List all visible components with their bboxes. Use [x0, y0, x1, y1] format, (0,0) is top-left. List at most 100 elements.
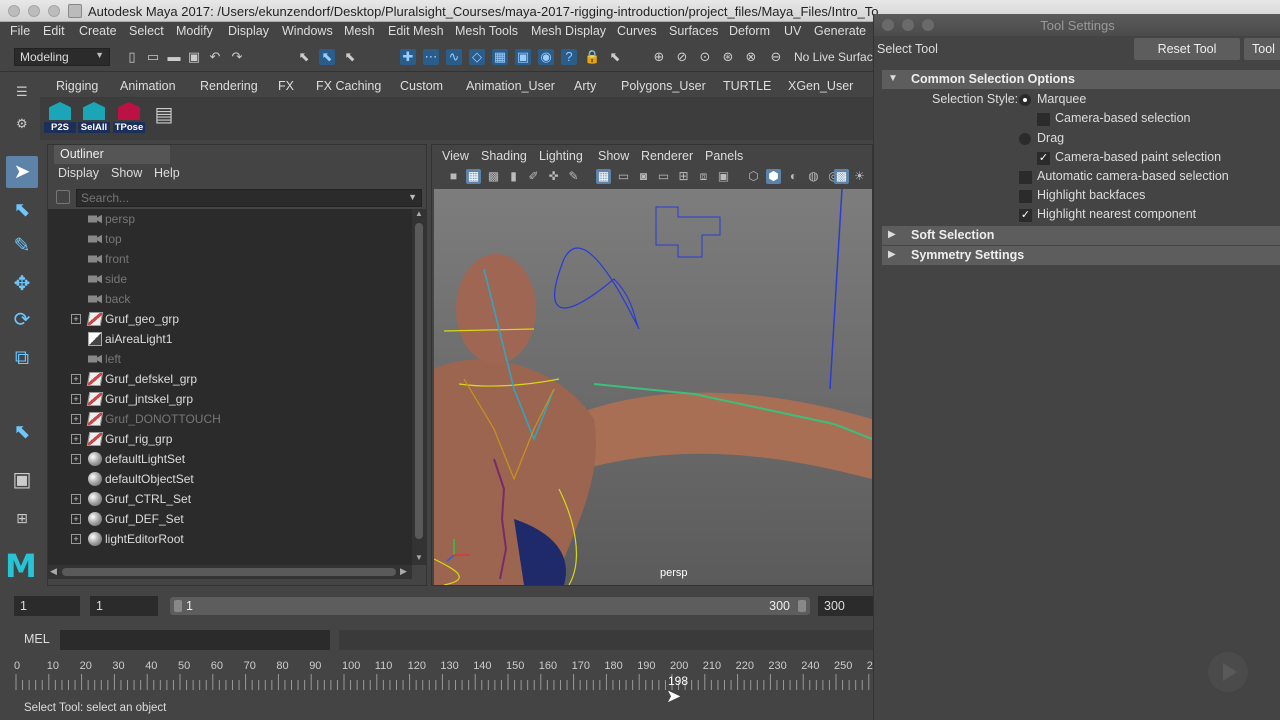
scale-tool-icon[interactable]: ⧉ [6, 342, 38, 374]
outliner-horizontal-scrollbar[interactable]: ◀ ▶ [48, 565, 412, 579]
menu-curves[interactable]: Curves [617, 24, 657, 38]
expand-icon[interactable]: + [71, 514, 81, 524]
shelf-tab-custom[interactable]: Custom [400, 79, 443, 93]
auto-camera-selection-checkbox[interactable] [1019, 171, 1032, 184]
menu-modify[interactable]: Modify [176, 24, 213, 38]
select-rendering-icon[interactable]: ◉ [538, 49, 554, 65]
close-window-button[interactable] [8, 5, 20, 17]
soft-selection-header[interactable]: ▶ Soft Selection [882, 226, 1280, 245]
outliner-search-box[interactable]: ▼ [76, 189, 422, 207]
range-start-handle[interactable] [174, 600, 182, 612]
save-scene-icon[interactable]: ▣ [186, 49, 202, 65]
outliner-row[interactable]: + Gruf_jntskel_grp [48, 389, 412, 409]
sun-icon[interactable]: ☀ [852, 169, 867, 184]
undo-icon[interactable]: ↶ [207, 49, 223, 65]
outliner-row[interactable]: + Gruf_CTRL_Set [48, 489, 412, 509]
zoom-window-button[interactable] [48, 5, 60, 17]
select-joints-icon[interactable]: ⋯ [423, 49, 439, 65]
viewport-menu-renderer[interactable]: Renderer [641, 149, 693, 163]
menu-surfaces[interactable]: Surfaces [669, 24, 718, 38]
make-live-icon[interactable]: ⊖ [768, 49, 784, 65]
outliner-row[interactable]: left [48, 349, 412, 369]
menu-mesh[interactable]: Mesh [344, 24, 375, 38]
menu-uv[interactable]: UV [784, 24, 801, 38]
shelf-script-editor-icon[interactable]: ▤ [148, 102, 180, 134]
viewport-menu-shading[interactable]: Shading [481, 149, 527, 163]
expand-icon[interactable]: + [71, 394, 81, 404]
shelf-button-p2s[interactable]: P2S [44, 102, 76, 134]
scroll-down-icon[interactable]: ▼ [415, 553, 423, 562]
open-scene-icon[interactable]: ▭ [145, 49, 161, 65]
shelf-tab-turtle[interactable]: TURTLE [723, 79, 771, 93]
gear-icon[interactable]: ⚙ [16, 116, 28, 132]
folder-icon[interactable]: ▬ [166, 49, 182, 65]
scrollbar-thumb[interactable] [62, 568, 396, 576]
shelf-tab-rigging[interactable]: Rigging [56, 79, 98, 93]
menu-edit[interactable]: Edit [43, 24, 65, 38]
expand-icon[interactable]: + [71, 434, 81, 444]
menu-edit-mesh[interactable]: Edit Mesh [388, 24, 444, 38]
scroll-up-icon[interactable]: ▲ [415, 209, 423, 218]
common-selection-options-header[interactable]: ▼ Common Selection Options [882, 70, 1280, 89]
shelf-tab-fx[interactable]: FX [278, 79, 294, 93]
select-misc-icon[interactable]: ? [561, 49, 577, 65]
select-component-mode-icon[interactable]: ⬉ [342, 49, 358, 65]
select-curves-icon[interactable]: ∿ [446, 49, 462, 65]
camera-attributes-icon[interactable]: ▦ [466, 169, 481, 184]
camera-icon[interactable]: ■ [446, 169, 461, 184]
select-object-mode-icon[interactable]: ⬉ [319, 49, 335, 65]
menu-display[interactable]: Display [228, 24, 269, 38]
shelf-menu-icon[interactable]: ☰ [16, 84, 28, 100]
redo-icon[interactable]: ↷ [229, 49, 245, 65]
camera-based-selection-checkbox[interactable] [1037, 113, 1050, 126]
four-view-layout-icon[interactable]: ⊞ [6, 502, 38, 534]
shelf-tab-arty[interactable]: Arty [574, 79, 596, 93]
command-input[interactable] [60, 630, 330, 650]
viewport-canvas[interactable]: persp [434, 189, 872, 585]
outliner-row[interactable]: top [48, 229, 412, 249]
reset-tool-button[interactable]: Reset Tool [1134, 38, 1240, 60]
outliner-row[interactable]: + Gruf_rig_grp [48, 429, 412, 449]
highlight-selection-icon[interactable]: ⬉ [607, 49, 623, 65]
select-surfaces-icon[interactable]: ◇ [469, 49, 485, 65]
animation-end-field[interactable]: 300 [818, 596, 873, 616]
chevron-down-icon[interactable]: ▼ [408, 192, 417, 202]
field-chart-icon[interactable]: ⊞ [676, 169, 691, 184]
outliner-row[interactable]: + Gruf_DONOTTOUCH [48, 409, 412, 429]
outliner-menu-display[interactable]: Display [58, 166, 99, 180]
textured-icon[interactable]: ◍ [806, 169, 821, 184]
expand-icon[interactable]: + [71, 374, 81, 384]
range-end-handle[interactable] [798, 600, 806, 612]
lock-selection-icon[interactable]: 🔒 [584, 49, 600, 65]
shelf-button-tpose[interactable]: TPose [113, 102, 145, 134]
filter-icon[interactable] [56, 190, 70, 204]
pencil-icon[interactable]: ✎ [566, 169, 581, 184]
marquee-radio[interactable] [1019, 94, 1031, 106]
shelf-tab-rendering[interactable]: Rendering [200, 79, 258, 93]
2d-pan-zoom-icon[interactable]: ✐ [526, 169, 541, 184]
lasso-tool-icon[interactable]: ⬉ [6, 194, 38, 226]
outliner-row[interactable]: + defaultLightSet [48, 449, 412, 469]
bookmark-icon[interactable]: ▩ [486, 169, 501, 184]
select-tool-icon[interactable]: ➤ [6, 156, 38, 188]
outliner-row[interactable]: + Gruf_geo_grp [48, 309, 412, 329]
range-slider[interactable]: 1 300 [170, 597, 810, 615]
select-deformations-icon[interactable]: ▦ [492, 49, 508, 65]
safe-title-icon[interactable]: ▣ [716, 169, 731, 184]
select-dynamics-icon[interactable]: ▣ [515, 49, 531, 65]
shelf-tab-animation-user[interactable]: Animation_User [466, 79, 555, 93]
tool-help-button[interactable]: Tool Help [1244, 38, 1280, 60]
outliner-tab[interactable]: Outliner [54, 145, 170, 164]
expand-icon[interactable]: + [71, 454, 81, 464]
viewport-menu-show[interactable]: Show [598, 149, 629, 163]
select-hierarchy-icon[interactable]: ⬉ [296, 49, 312, 65]
expand-icon[interactable]: + [71, 414, 81, 424]
highlight-nearest-checkbox[interactable]: ✓ [1019, 209, 1032, 222]
move-tool-icon[interactable]: ✥ [6, 268, 38, 300]
default-material-icon[interactable]: ◐ [786, 169, 801, 184]
rotate-tool-icon[interactable]: ⟳ [6, 304, 38, 336]
shelf-button-selall[interactable]: SelAll [78, 102, 110, 134]
menu-mesh-display[interactable]: Mesh Display [531, 24, 606, 38]
snap-view-plane-icon[interactable]: ⊗ [743, 49, 759, 65]
grid-icon[interactable]: ▦ [596, 169, 611, 184]
